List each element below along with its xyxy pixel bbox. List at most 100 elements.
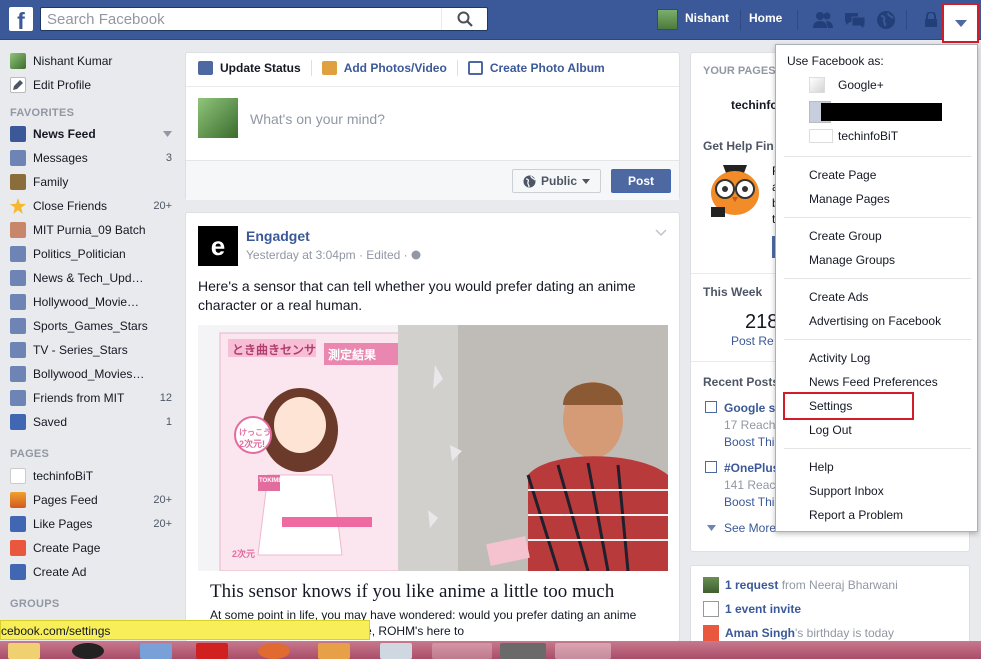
sidebar-item-mit-purnia[interactable]: MIT Purnia_09 Batch [10, 220, 172, 240]
sidebar-item-page[interactable]: techinfoBiT [10, 466, 172, 486]
menu-divider [784, 448, 971, 449]
app-icon[interactable] [258, 643, 290, 659]
count-badge: 20+ [153, 494, 172, 506]
event-invite-link[interactable]: 1 event invite [725, 602, 801, 616]
app-icon[interactable] [196, 643, 228, 659]
sidebar-item-list[interactable]: TV - Series_Stars [10, 340, 172, 360]
menu-item-manage-pages[interactable]: Manage Pages [809, 192, 890, 206]
app-icon[interactable] [318, 643, 350, 659]
post-reach-link[interactable]: Post Re [731, 334, 774, 348]
sidebar-item-like-pages[interactable]: Like Pages 20+ [10, 514, 172, 534]
facebook-logo-icon[interactable]: f [9, 7, 33, 31]
firefox-icon[interactable] [432, 643, 492, 659]
boost-post-link[interactable]: Boost Thi [724, 435, 774, 449]
home-link[interactable]: Home [749, 11, 782, 25]
privacy-selector[interactable]: Public [511, 169, 601, 193]
profile-avatar[interactable] [657, 9, 678, 30]
sidebar-item-family[interactable]: Family [10, 172, 172, 192]
tab-update-status[interactable]: Update Status [198, 61, 301, 75]
requests-panel: 1 request from Neeraj Bharwani 1 event i… [690, 565, 970, 645]
menu-divider [784, 339, 971, 340]
engadget-logo[interactable]: e [198, 226, 238, 266]
sidebar-item-label: Politics_Politician [33, 247, 126, 261]
chrome-icon[interactable] [555, 643, 611, 659]
get-help-heading: Get Help Fin [703, 139, 774, 153]
sidebar-item-list[interactable]: Bollywood_Movies… [10, 364, 172, 384]
app-icon[interactable] [140, 643, 172, 659]
page-name-link[interactable]: techinfo [731, 98, 778, 112]
notifications-globe-icon[interactable] [875, 9, 897, 31]
sidebar-item-pages-feed[interactable]: Pages Feed 20+ [10, 490, 172, 510]
sidebar-item-profile[interactable]: Nishant Kumar [10, 51, 172, 71]
sidebar-item-create-ad[interactable]: Create Ad [10, 562, 172, 582]
tab-create-album[interactable]: Create Photo Album [467, 61, 605, 75]
switch-account-google-plus[interactable]: Google+ [838, 78, 884, 92]
sidebar-item-saved[interactable]: Saved 1 [10, 412, 172, 432]
menu-item-log-out[interactable]: Log Out [809, 423, 852, 437]
boost-post-link[interactable]: Boost Thi [724, 495, 774, 509]
app-icon[interactable] [380, 643, 412, 659]
count-badge: 12 [159, 392, 172, 404]
sidebar-item-create-page[interactable]: Create Page [10, 538, 172, 558]
post-button[interactable]: Post [611, 169, 671, 193]
top-bar: f Nishant Home [0, 0, 981, 43]
menu-item-news-feed-preferences[interactable]: News Feed Preferences [809, 375, 938, 389]
favorites-heading: FAVORITES [10, 107, 75, 119]
os-taskbar [0, 641, 981, 659]
chevron-down-icon[interactable] [655, 229, 667, 237]
menu-item-activity-log[interactable]: Activity Log [809, 351, 870, 365]
sidebar-item-label: Saved [33, 415, 68, 429]
search-icon[interactable] [441, 8, 487, 30]
link-title[interactable]: This sensor knows if you like anime a li… [210, 581, 614, 603]
menu-item-advertising[interactable]: Advertising on Facebook [809, 314, 941, 328]
post-author-link[interactable]: Engadget [246, 228, 310, 244]
this-week-heading: This Week [703, 285, 763, 299]
menu-item-help[interactable]: Help [809, 460, 834, 474]
sidebar-item-messages[interactable]: Messages 3 [10, 148, 172, 168]
sidebar-item-list[interactable]: Hollywood_Movie… [10, 292, 172, 312]
account-dropdown-menu: Use Facebook as: Google+ techinfoBiT Cre… [775, 44, 978, 532]
file-explorer-icon[interactable] [8, 643, 40, 659]
birthday-name-link: Aman Singh [725, 626, 796, 640]
sidebar-item-label: Close Friends [33, 199, 108, 213]
menu-item-manage-groups[interactable]: Manage Groups [809, 253, 895, 267]
friend-request-link: 1 request [725, 578, 779, 592]
menu-item-report-problem[interactable]: Report a Problem [809, 508, 903, 522]
recent-post-link[interactable]: Google s [724, 401, 775, 415]
chevron-down-icon[interactable] [163, 131, 172, 137]
sidebar-item-label: Pages Feed [33, 493, 98, 507]
friend-request-item[interactable]: 1 request from Neeraj Bharwani [725, 578, 898, 592]
menu-item-support-inbox[interactable]: Support Inbox [809, 484, 884, 498]
tab-add-photos[interactable]: Add Photos/Video [321, 61, 447, 75]
status-input[interactable]: What's on your mind? [250, 111, 385, 127]
see-more-link[interactable]: See More [724, 521, 776, 535]
sidebar-item-news-feed[interactable]: News Feed [10, 124, 172, 144]
search-input[interactable] [41, 8, 441, 30]
sidebar-item-close-friends[interactable]: Close Friends 20+ [10, 196, 172, 216]
page-logo-icon [809, 129, 833, 143]
post-image[interactable]: とき曲きセンサ 測定結果 けっこう 2次元! TOKIMEKI 2次元 [198, 325, 668, 571]
post-timestamp[interactable]: Yesterday at 3:04pm · Edited · [246, 248, 421, 262]
menu-item-create-page[interactable]: Create Page [809, 168, 876, 182]
sidebar-item-edit-profile[interactable]: Edit Profile [10, 75, 172, 95]
pencil-icon [705, 401, 717, 413]
switch-account-techinfobit[interactable]: techinfoBiT [838, 129, 898, 143]
sidebar-item-list[interactable]: Politics_Politician [10, 244, 172, 264]
menu-item-create-group[interactable]: Create Group [809, 229, 882, 243]
redacted-account[interactable] [821, 103, 942, 121]
privacy-lock-icon[interactable] [920, 9, 942, 31]
profile-name-link[interactable]: Nishant [685, 11, 729, 25]
recent-post-link[interactable]: #OnePlus [724, 461, 779, 475]
media-app-icon[interactable] [72, 643, 104, 659]
sidebar-item-list[interactable]: Sports_Games_Stars [10, 316, 172, 336]
app-icon[interactable] [500, 643, 546, 659]
menu-item-create-ads[interactable]: Create Ads [809, 290, 868, 304]
search-box[interactable] [40, 7, 488, 31]
sidebar-item-list[interactable]: News & Tech_Upd… [10, 268, 172, 288]
friend-requests-icon[interactable] [812, 9, 834, 31]
sidebar-item-list[interactable]: Friends from MIT 12 [10, 388, 172, 408]
birthday-item[interactable]: Aman Singh's birthday is today [725, 626, 894, 640]
account-menu-button[interactable] [942, 3, 979, 43]
google-plus-avatar [809, 77, 825, 93]
messages-icon[interactable] [844, 9, 866, 31]
